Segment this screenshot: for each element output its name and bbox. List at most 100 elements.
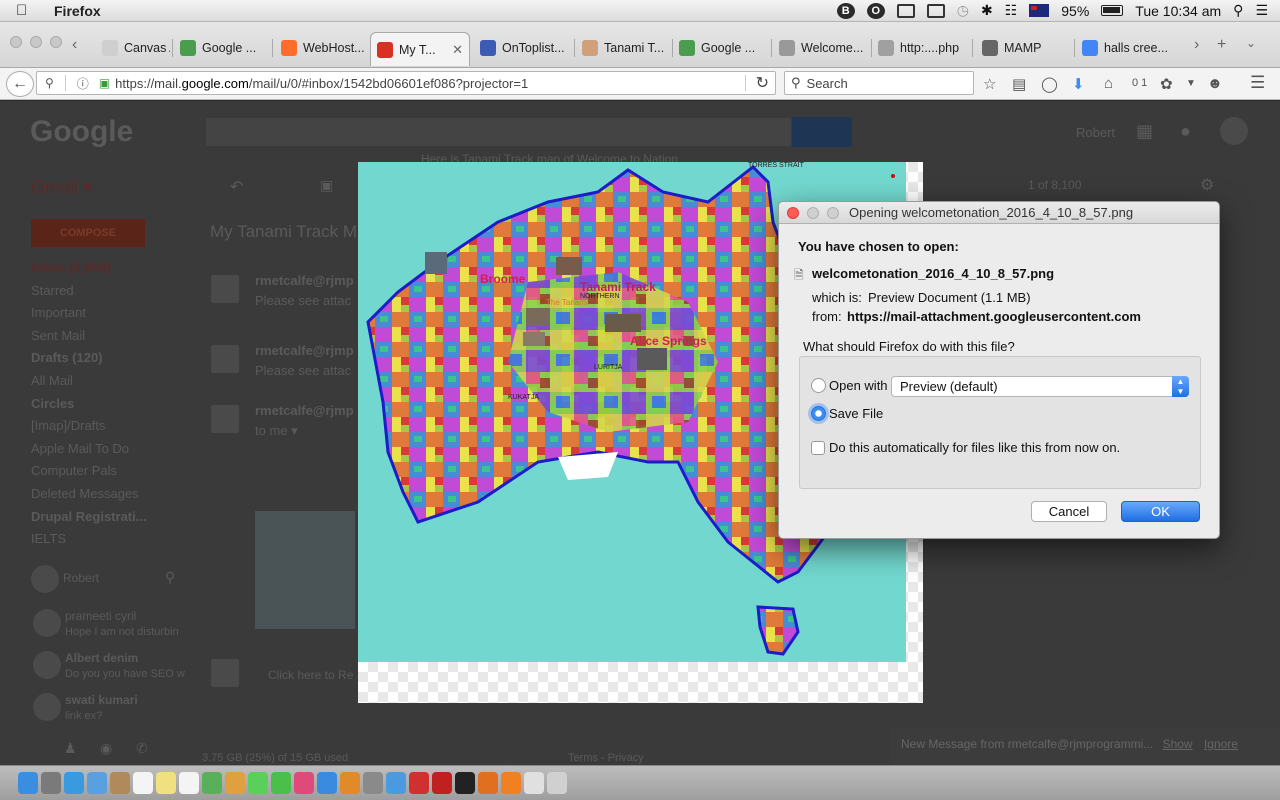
open-with-select[interactable]: Preview (default) ▲ ▼ [891, 376, 1189, 397]
url-bar[interactable]: ⚲ ⓘ ▣ https://mail.google.com/mail/u/0/#… [36, 71, 776, 95]
notes-icon[interactable] [156, 772, 176, 794]
key-icon[interactable]: ⚲ [45, 76, 54, 90]
maps-icon[interactable] [202, 772, 222, 794]
app-menu-name[interactable]: Firefox [54, 3, 101, 19]
pocket-icon[interactable]: ◯ [1041, 75, 1058, 93]
lock-icon[interactable]: ▣ [99, 76, 110, 90]
tab-label: Google ... [701, 41, 756, 55]
extension-icon[interactable]: ✿ [1160, 75, 1173, 93]
chrome-icon[interactable] [386, 772, 406, 794]
trash-icon[interactable] [547, 772, 567, 794]
bookmark-star-icon[interactable]: ☆ [983, 75, 996, 93]
url-text[interactable]: https://mail.google.com/mail/u/0/#inbox/… [115, 76, 528, 91]
cancel-button[interactable]: Cancel [1031, 501, 1107, 522]
firefox-icon[interactable] [478, 772, 498, 794]
tab-scroll-left-icon[interactable]: ‹ [72, 36, 77, 54]
download-counter[interactable]: 0 1 [1132, 77, 1147, 89]
search-bar[interactable]: ⚲ Search [784, 71, 974, 95]
window-zoom-button[interactable] [50, 36, 62, 48]
spotlight-icon[interactable]: ⚲ [1233, 2, 1243, 19]
archive-icon: ▣ [320, 177, 334, 193]
new-tab-icon[interactable]: + [1217, 36, 1226, 54]
terminal-icon[interactable] [455, 772, 475, 794]
battery-icon[interactable] [1101, 5, 1124, 16]
auto-action-checkbox[interactable] [811, 441, 825, 455]
itunes-icon[interactable] [294, 772, 314, 794]
safari-icon[interactable] [64, 772, 84, 794]
reading-list-icon[interactable]: ▤ [1012, 75, 1026, 93]
finder-icon[interactable] [18, 772, 38, 794]
from-value: https://mail-attachment.googleuserconten… [847, 309, 1141, 324]
tab-scroll-right-icon[interactable]: › [1194, 36, 1199, 54]
tab-8[interactable]: http:....php [872, 36, 970, 60]
notification-show-link[interactable]: Show [1163, 737, 1193, 751]
o-icon[interactable]: O [866, 2, 885, 19]
system-preferences-icon[interactable] [363, 772, 383, 794]
tab-3[interactable]: My T... ✕ [370, 32, 470, 66]
film-icon[interactable] [896, 3, 915, 18]
hamburger-menu-icon[interactable]: ☰ [1250, 73, 1265, 93]
reminders-icon[interactable] [179, 772, 199, 794]
launchpad-icon[interactable] [41, 772, 61, 794]
filezilla-icon[interactable] [432, 772, 452, 794]
tab-4[interactable]: OnToplist... [474, 36, 572, 60]
clock[interactable]: Tue 10:34 am [1135, 3, 1221, 19]
tab-1[interactable]: Google ... [174, 36, 270, 60]
list-all-tabs-icon[interactable]: ⌄ [1246, 36, 1256, 50]
back-button[interactable]: ← [6, 71, 34, 97]
ok-button[interactable]: OK [1121, 501, 1200, 522]
new-message-notification[interactable]: New Message from rmetcalfe@rjmprogrammi.… [890, 727, 1280, 765]
tab-7[interactable]: Welcome... [773, 36, 869, 60]
terms-privacy: Terms - Privacy [568, 752, 644, 764]
wifi-icon[interactable]: ☷ [1005, 2, 1018, 19]
info-icon[interactable]: ⓘ [77, 75, 89, 92]
tab-10[interactable]: halls cree... [1076, 36, 1176, 60]
contacts-icon[interactable] [110, 772, 130, 794]
dialog-zoom-button [827, 207, 839, 219]
chat-snippet: Do you you have SEO w [65, 668, 185, 680]
save-file-label[interactable]: Save File [829, 406, 883, 421]
download-icon[interactable]: ⬇ [1072, 75, 1085, 93]
tab-6[interactable]: Google ... [673, 36, 769, 60]
reload-icon[interactable]: ↻ [756, 73, 769, 93]
list-icon[interactable]: ☰ [1255, 2, 1268, 19]
time-machine-icon[interactable]: ◷ [957, 2, 969, 19]
close-tab-icon[interactable]: ✕ [452, 42, 469, 58]
tab-0[interactable]: Canvas A... [96, 36, 170, 60]
help-icon[interactable] [524, 772, 544, 794]
vlc-icon[interactable] [501, 772, 521, 794]
search-input[interactable]: Search [807, 76, 848, 91]
window-close-button[interactable] [10, 36, 22, 48]
dialog-close-button[interactable] [787, 207, 799, 219]
dialog-question: What should Firefox do with this file? [803, 339, 1015, 354]
open-with-label[interactable]: Open with [829, 378, 888, 393]
tab-5[interactable]: Tanami T... [576, 36, 670, 60]
battery-percent: 95% [1061, 2, 1090, 19]
airplay-icon[interactable] [926, 3, 945, 18]
b-icon[interactable]: B [836, 2, 855, 19]
tab-2[interactable]: WebHost... [275, 36, 367, 60]
page-icon [582, 40, 598, 56]
open-with-radio[interactable] [811, 378, 826, 393]
extension-dropdown-icon[interactable]: ▼ [1186, 78, 1196, 89]
chat-avatar [33, 693, 61, 721]
bluetooth-icon[interactable]: ✱ [981, 2, 993, 19]
home-icon[interactable]: ⌂ [1104, 75, 1113, 92]
calendar-icon[interactable] [133, 772, 153, 794]
app-store-icon[interactable] [317, 772, 337, 794]
notification-ignore-link[interactable]: Ignore [1204, 737, 1238, 751]
ibooks-icon[interactable] [340, 772, 360, 794]
apple-icon[interactable]:  [16, 2, 38, 19]
facetime-icon[interactable] [271, 772, 291, 794]
save-file-radio[interactable] [811, 406, 826, 421]
message-sender: rmetcalfe@rjmp [255, 403, 354, 418]
chat-icon[interactable]: ☻ [1207, 75, 1223, 92]
window-minimize-button[interactable] [30, 36, 42, 48]
mail-icon[interactable] [87, 772, 107, 794]
auto-action-label[interactable]: Do this automatically for files like thi… [829, 440, 1120, 455]
tab-9[interactable]: MAMP [976, 36, 1072, 60]
australia-flag-icon[interactable] [1029, 4, 1050, 17]
messages-icon[interactable] [248, 772, 268, 794]
opera-icon[interactable] [409, 772, 429, 794]
photos-icon[interactable] [225, 772, 245, 794]
